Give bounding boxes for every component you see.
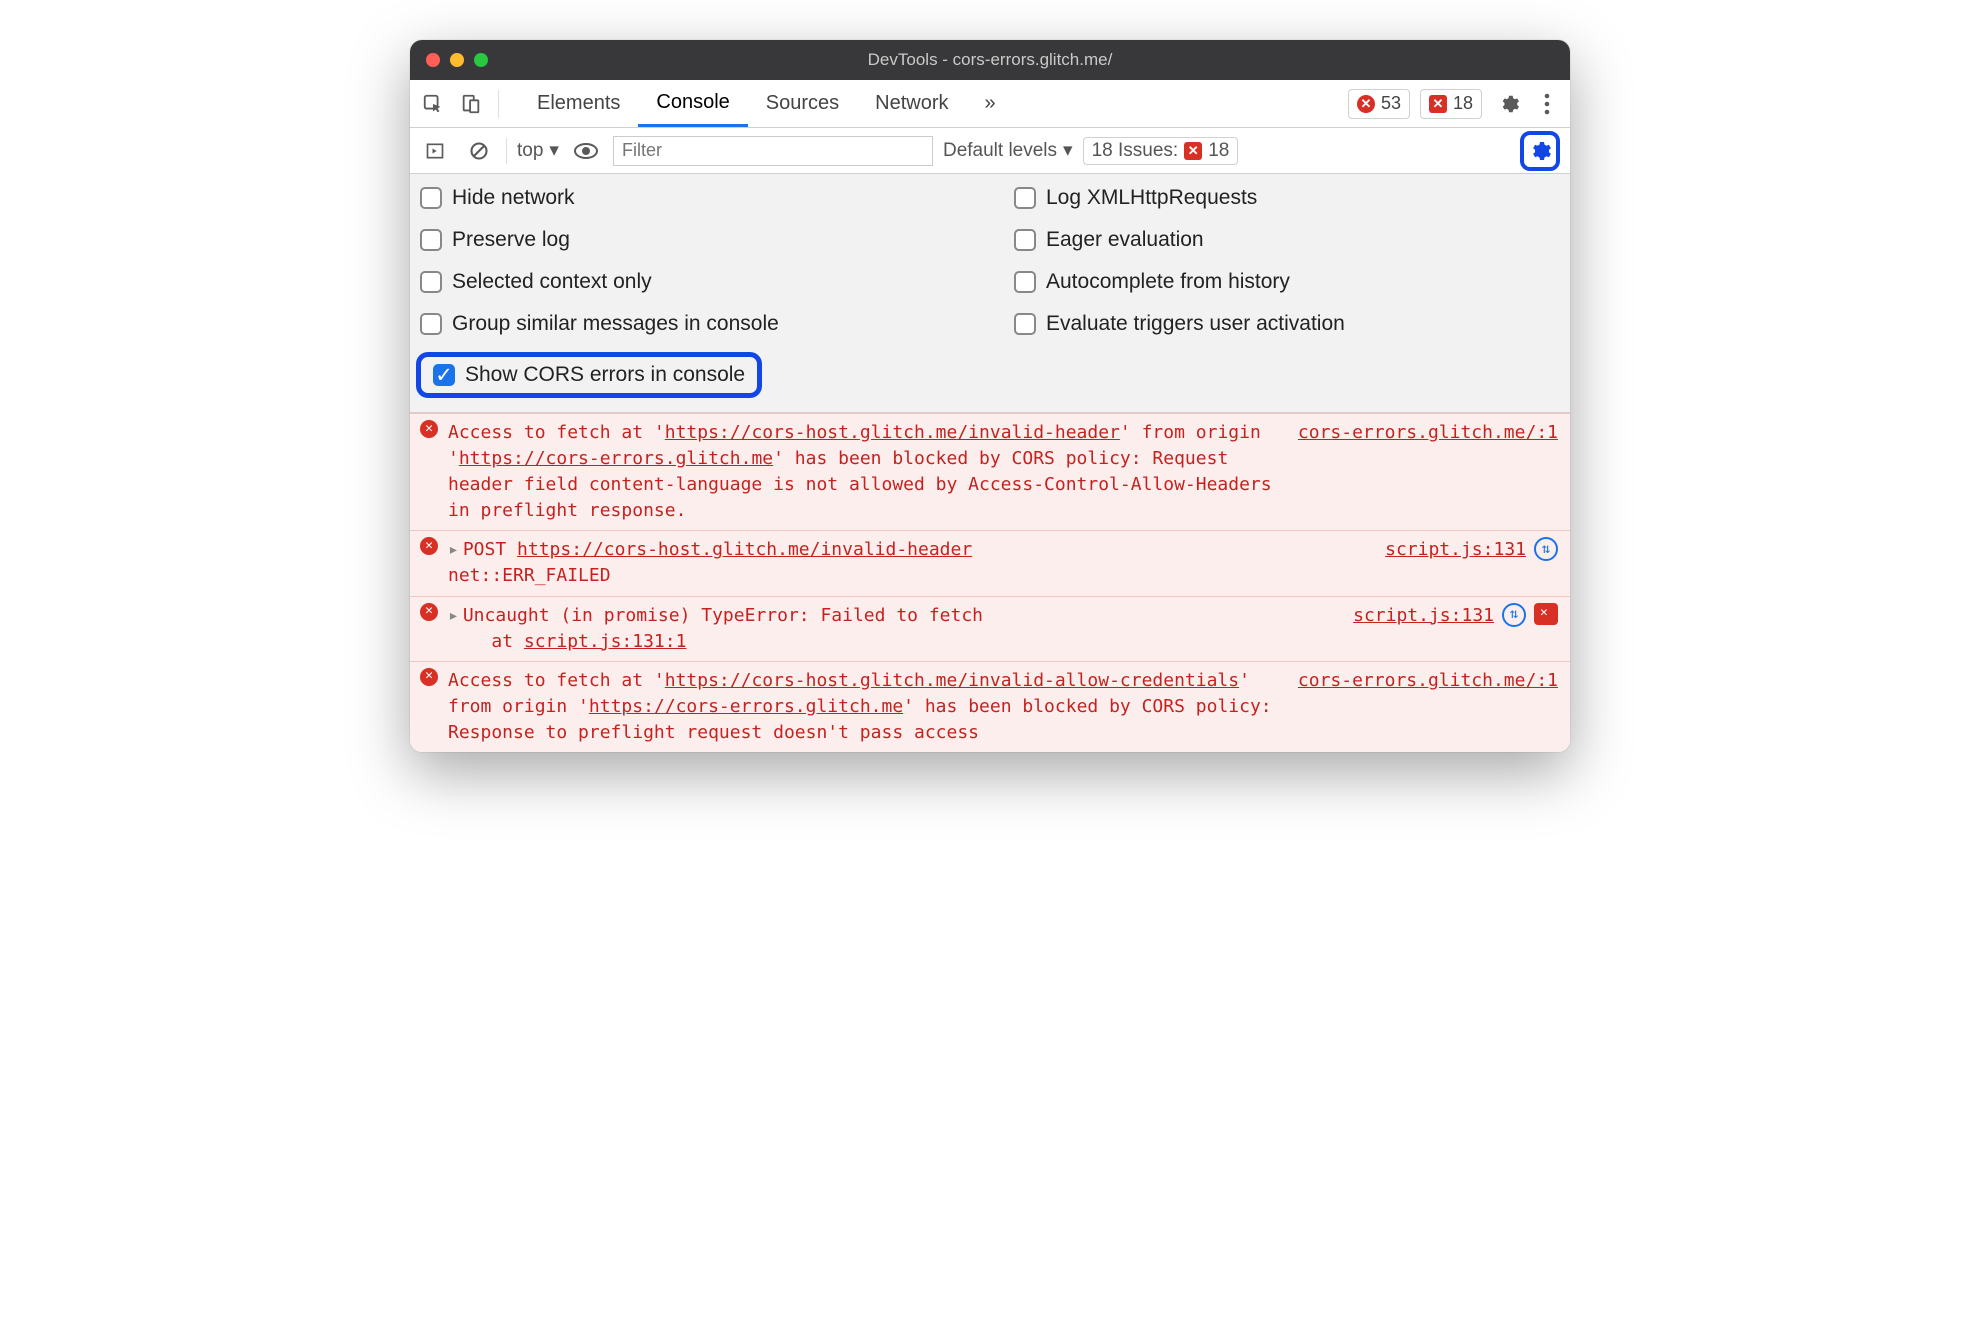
- source-link[interactable]: cors-errors.glitch.me/:1: [1298, 668, 1558, 694]
- setting-label: Show CORS errors in console: [465, 363, 745, 387]
- main-toolbar: Elements Console Sources Network » ✕ 53 …: [410, 80, 1570, 128]
- setting-label: Evaluate triggers user activation: [1046, 312, 1345, 336]
- setting-label: Eager evaluation: [1046, 228, 1204, 252]
- clear-console-icon[interactable]: [462, 134, 496, 168]
- error-icon: ✕: [420, 537, 438, 555]
- checkbox-icon: [1014, 271, 1036, 293]
- console-error-row[interactable]: ✕ ▸Uncaught (in promise) TypeError: Faile…: [410, 596, 1570, 661]
- setting-checkbox[interactable]: Eager evaluation: [1010, 226, 1564, 254]
- setting-checkbox[interactable]: Log XMLHttpRequests: [1010, 184, 1564, 212]
- console-settings-panel: Hide network Log XMLHttpRequests Preserve …: [410, 174, 1570, 413]
- tab-elements[interactable]: Elements: [519, 80, 638, 127]
- console-toolbar: top ▾ Default levels ▾ 18 Issues: ✕ 18: [410, 128, 1570, 174]
- network-icon[interactable]: ⇅: [1502, 603, 1526, 627]
- source-link[interactable]: script.js:131: [1385, 537, 1526, 563]
- issue-chip-icon[interactable]: ✕: [1534, 603, 1558, 625]
- toggle-sidebar-icon[interactable]: [418, 134, 452, 168]
- checkbox-icon: [1014, 313, 1036, 335]
- tabs-overflow-icon[interactable]: »: [967, 80, 1014, 127]
- errors-count: 53: [1381, 93, 1401, 114]
- message-body: ▸Uncaught (in promise) TypeError: Failed…: [448, 603, 1343, 655]
- log-levels-selector[interactable]: Default levels ▾: [943, 139, 1073, 162]
- filter-input[interactable]: [613, 136, 933, 166]
- window-minimize-button[interactable]: [450, 53, 464, 67]
- console-error-row[interactable]: ✕ Access to fetch at 'https://cors-host.g…: [410, 661, 1570, 752]
- errors-badge[interactable]: ✕ 53: [1348, 89, 1410, 119]
- error-icon: ✕: [420, 603, 438, 621]
- console-settings-gear-icon[interactable]: [1520, 131, 1560, 171]
- source-link[interactable]: script.js:131: [1353, 603, 1494, 629]
- setting-checkbox[interactable]: Group similar messages in console: [416, 310, 970, 338]
- tab-network[interactable]: Network: [857, 80, 966, 127]
- console-error-row[interactable]: ✕ ▸POST https://cors-host.glitch.me/inval…: [410, 530, 1570, 595]
- setting-label: Preserve log: [452, 228, 570, 252]
- message-body: Access to fetch at 'https://cors-host.gl…: [448, 668, 1288, 746]
- console-error-row[interactable]: ✕ Access to fetch at 'https://cors-host.g…: [410, 413, 1570, 530]
- error-icon: ✕: [420, 420, 438, 438]
- message-body: Access to fetch at 'https://cors-host.gl…: [448, 420, 1288, 524]
- panel-tabs: Elements Console Sources Network »: [519, 80, 1014, 127]
- issue-icon: ✕: [1184, 142, 1202, 160]
- settings-gear-icon[interactable]: [1492, 87, 1526, 121]
- tab-sources[interactable]: Sources: [748, 80, 857, 127]
- live-expression-icon[interactable]: [569, 134, 603, 168]
- setting-checkbox[interactable]: Autocomplete from history: [1010, 268, 1564, 296]
- window-title: DevTools - cors-errors.glitch.me/: [410, 50, 1570, 70]
- setting-label: Autocomplete from history: [1046, 270, 1290, 294]
- issues-count: 18: [1453, 93, 1473, 114]
- setting-label: Log XMLHttpRequests: [1046, 186, 1257, 210]
- tab-console[interactable]: Console: [638, 80, 747, 127]
- error-icon: ✕: [1357, 95, 1375, 113]
- expand-icon[interactable]: ▸: [448, 539, 459, 560]
- chevron-down-icon: ▾: [549, 139, 559, 162]
- issue-icon: ✕: [1429, 95, 1447, 113]
- expand-icon[interactable]: ▸: [448, 605, 459, 626]
- setting-label: Group similar messages in console: [452, 312, 779, 336]
- setting-label: Hide network: [452, 186, 575, 210]
- checkbox-icon: [420, 187, 442, 209]
- setting-label: Selected context only: [452, 270, 652, 294]
- setting-checkbox[interactable]: Selected context only: [416, 268, 970, 296]
- inspect-icon[interactable]: [416, 87, 450, 121]
- issues-counter[interactable]: 18 Issues: ✕ 18: [1083, 137, 1239, 165]
- context-selector[interactable]: top ▾: [517, 139, 559, 162]
- window-titlebar: DevTools - cors-errors.glitch.me/: [410, 40, 1570, 80]
- window-close-button[interactable]: [426, 53, 440, 67]
- checkbox-icon: [1014, 187, 1036, 209]
- setting-checkbox[interactable]: Preserve log: [416, 226, 970, 254]
- checkbox-icon: ✓: [433, 364, 455, 386]
- device-toggle-icon[interactable]: [454, 87, 488, 121]
- network-icon[interactable]: ⇅: [1534, 537, 1558, 561]
- checkbox-icon: [420, 313, 442, 335]
- console-output: ✕ Access to fetch at 'https://cors-host.g…: [410, 413, 1570, 752]
- setting-checkbox[interactable]: Hide network: [416, 184, 970, 212]
- source-link[interactable]: cors-errors.glitch.me/:1: [1298, 420, 1558, 446]
- message-body: ▸POST https://cors-host.glitch.me/invali…: [448, 537, 1375, 589]
- checkbox-icon: [420, 271, 442, 293]
- error-icon: ✕: [420, 668, 438, 686]
- chevron-down-icon: ▾: [1063, 139, 1073, 162]
- devtools-window: DevTools - cors-errors.glitch.me/ Elemen…: [410, 40, 1570, 752]
- setting-checkbox[interactable]: Evaluate triggers user activation: [1010, 310, 1564, 338]
- checkbox-icon: [420, 229, 442, 251]
- more-menu-icon[interactable]: [1530, 87, 1564, 121]
- checkbox-icon: [1014, 229, 1036, 251]
- window-zoom-button[interactable]: [474, 53, 488, 67]
- setting-checkbox[interactable]: ✓ Show CORS errors in console: [429, 361, 749, 389]
- issues-badge[interactable]: ✕ 18: [1420, 89, 1482, 119]
